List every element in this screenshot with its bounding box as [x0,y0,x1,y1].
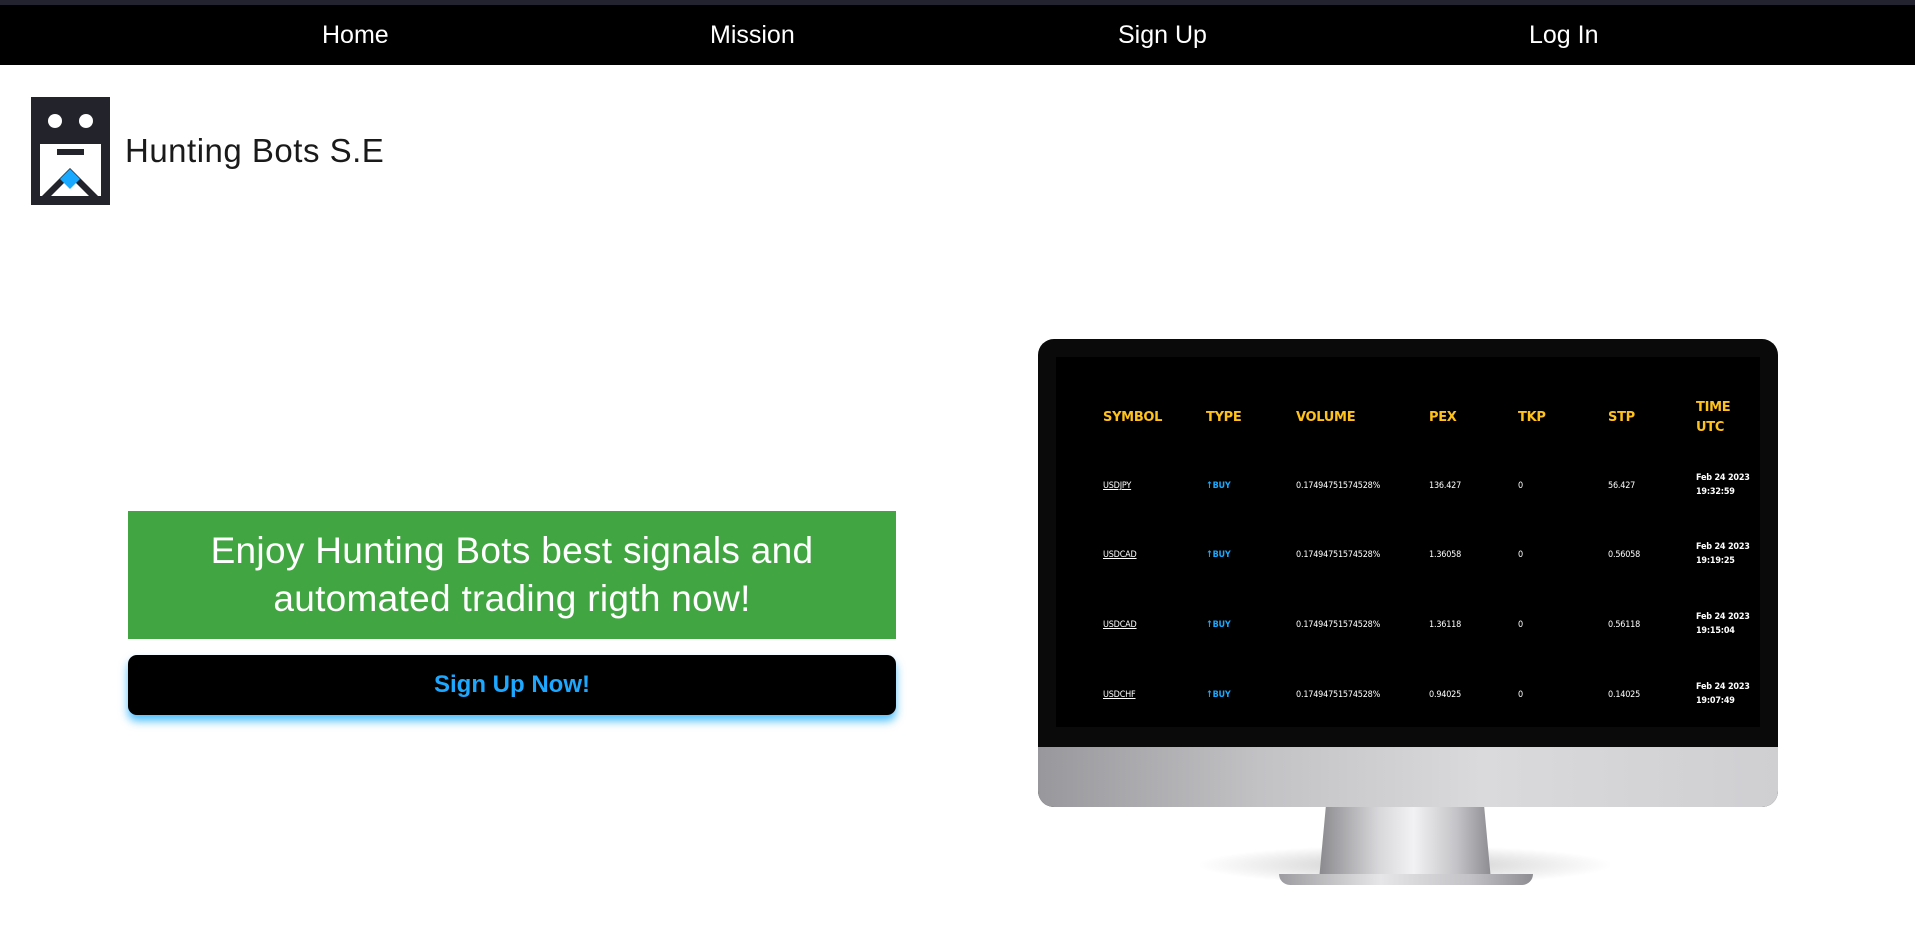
row4-date: Feb 24 2023 [1696,682,1750,692]
row4-time: 19:07:49 [1696,696,1735,706]
monitor-chin [1038,747,1778,807]
promo-headline-line1: Enjoy Hunting Bots best signals and [210,530,814,571]
header-type: TYPE [1206,410,1242,425]
row3-type: ↑BUY [1206,620,1231,630]
sign-up-now-button[interactable]: Sign Up Now! [128,655,896,715]
header-pex: PEX [1429,410,1457,425]
monitor-stand [1319,806,1491,880]
row3-time: 19:15:04 [1696,626,1735,636]
header-time: TIME [1696,400,1731,415]
monitor-illustration: SYMBOL TYPE VOLUME PEX TKP STP TIME UTC … [1038,339,1778,807]
row4-stp: 0.14025 [1608,690,1641,700]
row1-type: ↑BUY [1206,481,1231,491]
top-navbar: Home Mission Sign Up Log In [0,5,1915,65]
header-symbol: SYMBOL [1103,410,1163,425]
row2-stp: 0.56058 [1608,550,1641,560]
promo-headline-line2: automated trading rigth now! [273,578,751,619]
row4-tkp: 0 [1518,690,1523,700]
nav-mission-link[interactable]: Mission [710,20,795,50]
row4-type: ↑BUY [1206,690,1231,700]
brand-name: Hunting Bots S.E [125,132,385,169]
header-stp: STP [1608,410,1635,425]
row1-stp: 56.427 [1608,481,1636,491]
promo-banner: Enjoy Hunting Bots best signals and auto… [128,511,896,639]
row2-symbol[interactable]: USDCAD [1103,548,1137,562]
monitor-foot [1279,874,1533,885]
nav-log-in-link[interactable]: Log In [1529,20,1599,50]
row1-date: Feb 24 2023 [1696,473,1750,483]
row4-pex: 0.94025 [1429,690,1462,700]
signals-table-screen: SYMBOL TYPE VOLUME PEX TKP STP TIME UTC … [1056,357,1760,727]
row3-symbol[interactable]: USDCAD [1103,618,1137,632]
row3-stp: 0.56118 [1608,620,1641,630]
row4-symbol[interactable]: USDCHF [1103,688,1136,702]
row4-volume: 0.17494751574528% [1296,690,1381,700]
row1-volume: 0.17494751574528% [1296,481,1381,491]
header-tkp: TKP [1518,410,1546,425]
row2-pex: 1.36058 [1429,550,1462,560]
nav-sign-up-link[interactable]: Sign Up [1118,20,1207,50]
row1-time: 19:32:59 [1696,487,1735,497]
row2-time: 19:19:25 [1696,556,1735,566]
row3-date: Feb 24 2023 [1696,612,1750,622]
row3-volume: 0.17494751574528% [1296,620,1381,630]
row2-tkp: 0 [1518,550,1523,560]
row2-type: ↑BUY [1206,550,1231,560]
row1-tkp: 0 [1518,481,1523,491]
row2-volume: 0.17494751574528% [1296,550,1381,560]
nav-home-link[interactable]: Home [322,20,389,50]
robot-face-logo-icon[interactable] [31,97,110,205]
header-volume: VOLUME [1296,410,1356,425]
row2-date: Feb 24 2023 [1696,542,1750,552]
row3-tkp: 0 [1518,620,1523,630]
header-utc: UTC [1696,420,1725,435]
row1-pex: 136.427 [1429,481,1462,491]
row1-symbol[interactable]: USDJPY [1103,479,1131,493]
row3-pex: 1.36118 [1429,620,1462,630]
